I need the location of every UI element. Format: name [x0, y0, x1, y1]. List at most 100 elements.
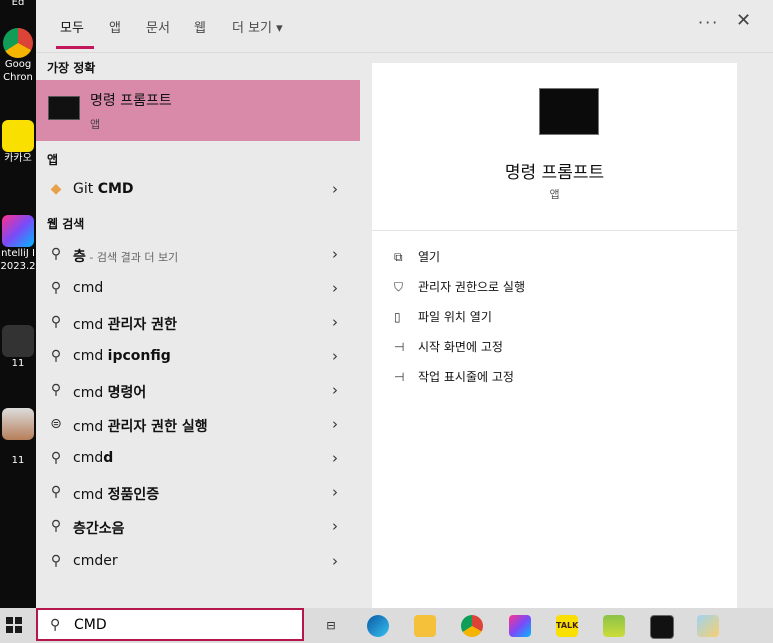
results-list: 가장 정확 명령 프롬프트 앱 앱 ◆ Git CMD › 웹 검색 ⚲ 층 -…: [36, 53, 362, 608]
result-prefix: cmd: [73, 419, 108, 435]
close-button[interactable]: ✕: [736, 10, 751, 31]
search-icon: ⚲: [50, 617, 61, 633]
chevron-right-icon[interactable]: ›: [332, 279, 338, 297]
result-prefix: Git: [73, 181, 98, 197]
desktop: Ed Goog Chron 카카오 ntelliJ I 2023.2 11 11: [0, 0, 36, 608]
action-pin-to-start[interactable]: ⊣ 시작 화면에 고정: [394, 338, 503, 360]
list-item[interactable]: ⊜ cmd 관리자 권한 실행 ›: [36, 408, 360, 441]
intellij-icon[interactable]: [509, 615, 531, 637]
list-item[interactable]: ⚲ cmdd ›: [36, 442, 360, 475]
search-icon: ⚲: [50, 280, 62, 296]
desktop-icon-label: Goog: [4, 59, 32, 70]
more-options-button[interactable]: ···: [698, 13, 719, 32]
file-thumbnail-icon: [2, 325, 34, 357]
result-text: cmdd: [73, 450, 113, 466]
pin-icon: ⊣: [394, 340, 405, 354]
search-icon: ⚲: [50, 518, 62, 534]
active-tab-indicator: [56, 46, 94, 49]
desktop-icon-label: ntelliJ I: [1, 248, 35, 259]
chevron-right-icon[interactable]: ›: [332, 347, 338, 365]
desktop-icon-label: Ed: [11, 0, 25, 8]
tab-more[interactable]: 더 보기 ▾: [232, 17, 283, 36]
result-text: cmd 관리자 권한 실행: [73, 416, 208, 436]
desktop-icon-label: Chron: [3, 72, 33, 83]
desktop-icon-kakao[interactable]: 카카오: [0, 120, 36, 165]
edge-icon[interactable]: [367, 615, 389, 637]
desktop-icon-edge[interactable]: Ed: [0, 0, 36, 9]
action-open-file-location[interactable]: ▯ 파일 위치 열기: [394, 308, 492, 330]
start-button[interactable]: [6, 617, 22, 633]
search-icon: ⚲: [50, 246, 62, 262]
list-item[interactable]: ⚲ 층간소음 ›: [36, 510, 360, 543]
chevron-right-icon[interactable]: ›: [332, 517, 338, 535]
chrome-icon[interactable]: [461, 615, 483, 637]
desktop-icon-file-2[interactable]: 11: [0, 408, 36, 467]
chevron-right-icon[interactable]: ›: [332, 483, 338, 501]
tab-all[interactable]: 모두: [60, 17, 84, 36]
section-apps: 앱: [47, 153, 59, 167]
result-prefix: cmd: [73, 280, 104, 296]
best-match-subtitle: 앱: [90, 118, 101, 131]
desktop-icon-label: 카카오: [4, 153, 32, 164]
action-pin-to-taskbar[interactable]: ⊣ 작업 표시줄에 고정: [394, 368, 514, 390]
chevron-right-icon[interactable]: ›: [332, 449, 338, 467]
list-item[interactable]: ◆ Git CMD ›: [36, 173, 360, 206]
chevron-right-icon[interactable]: ›: [332, 381, 338, 399]
list-item[interactable]: ⚲ cmd ›: [36, 272, 360, 305]
paint-icon[interactable]: [697, 615, 719, 637]
result-text: cmd 관리자 권한: [73, 314, 177, 334]
result-prefix: cmd: [73, 317, 108, 333]
tab-web[interactable]: 웹: [194, 17, 206, 36]
desktop-icon-file-1[interactable]: 11: [0, 325, 36, 370]
action-label: 작업 표시줄에 고정: [418, 370, 514, 384]
section-web-search: 웹 검색: [47, 217, 85, 231]
result-prefix: cmd: [73, 385, 108, 401]
chevron-right-icon[interactable]: ›: [332, 180, 338, 198]
list-item[interactable]: ⚲ cmd 정품인증 ›: [36, 476, 360, 509]
result-text: 층 - 검색 결과 더 보기: [73, 246, 178, 266]
result-bold: ipconfig: [107, 348, 171, 364]
action-run-as-admin[interactable]: ⛉ 관리자 권한으로 실행: [394, 278, 525, 300]
detail-pane: 명령 프롬프트 앱 ⧉ 열기 ⛉ 관리자 권한으로 실행 ▯ 파일 위치 열기 ⊣ 시작…: [372, 63, 737, 608]
chevron-right-icon[interactable]: ›: [332, 245, 338, 263]
git-icon: ◆: [50, 181, 62, 197]
desktop-icon-chrome[interactable]: Goog Chron: [0, 28, 36, 84]
search-icon: ⚲: [50, 484, 62, 500]
search-input[interactable]: [72, 616, 296, 634]
list-item[interactable]: ⚲ cmd ipconfig ›: [36, 340, 360, 373]
chat-icon: ⊜: [50, 416, 62, 432]
search-icon: ⚲: [50, 348, 62, 364]
action-label: 관리자 권한으로 실행: [418, 280, 525, 294]
terminal-icon[interactable]: [650, 615, 674, 639]
task-view-icon[interactable]: ⊟: [320, 615, 342, 637]
chevron-right-icon[interactable]: ›: [332, 415, 338, 433]
result-bold: d: [103, 450, 114, 466]
result-hint: - 검색 결과 더 보기: [85, 251, 179, 264]
result-bold: CMD: [97, 181, 134, 197]
list-item[interactable]: ⚲ cmd 관리자 권한 ›: [36, 306, 360, 339]
desktop-icon-label: 11: [11, 455, 25, 466]
desktop-icon-label: 11: [11, 358, 25, 369]
file-explorer-icon[interactable]: [414, 615, 436, 637]
chevron-right-icon[interactable]: ›: [332, 552, 338, 570]
section-best-match: 가장 정확: [47, 61, 96, 75]
tab-apps[interactable]: 앱: [109, 17, 121, 36]
list-item[interactable]: ⚲ cmder ›: [36, 545, 360, 578]
detail-title: 명령 프롬프트: [504, 163, 605, 183]
best-match-item[interactable]: 명령 프롬프트 앱: [36, 80, 360, 141]
detail-subtitle: 앱: [549, 188, 560, 201]
result-text: cmd ipconfig: [73, 348, 171, 364]
action-open[interactable]: ⧉ 열기: [394, 248, 440, 270]
notepad-icon[interactable]: [603, 615, 625, 637]
list-item[interactable]: ⚲ cmd 명령어 ›: [36, 374, 360, 407]
result-prefix: cmd: [73, 348, 108, 364]
kakaotalk-icon[interactable]: TALK: [556, 615, 578, 637]
desktop-icon-intellij[interactable]: ntelliJ I 2023.2: [0, 215, 36, 273]
taskbar-search-box[interactable]: ⚲: [36, 608, 304, 641]
tab-documents[interactable]: 문서: [146, 17, 170, 36]
list-item[interactable]: ⚲ 층 - 검색 결과 더 보기 ›: [36, 238, 360, 271]
result-text: cmd: [73, 280, 103, 296]
intellij-icon: [2, 215, 34, 247]
result-bold: 정품인증: [107, 487, 160, 503]
chevron-right-icon[interactable]: ›: [332, 313, 338, 331]
